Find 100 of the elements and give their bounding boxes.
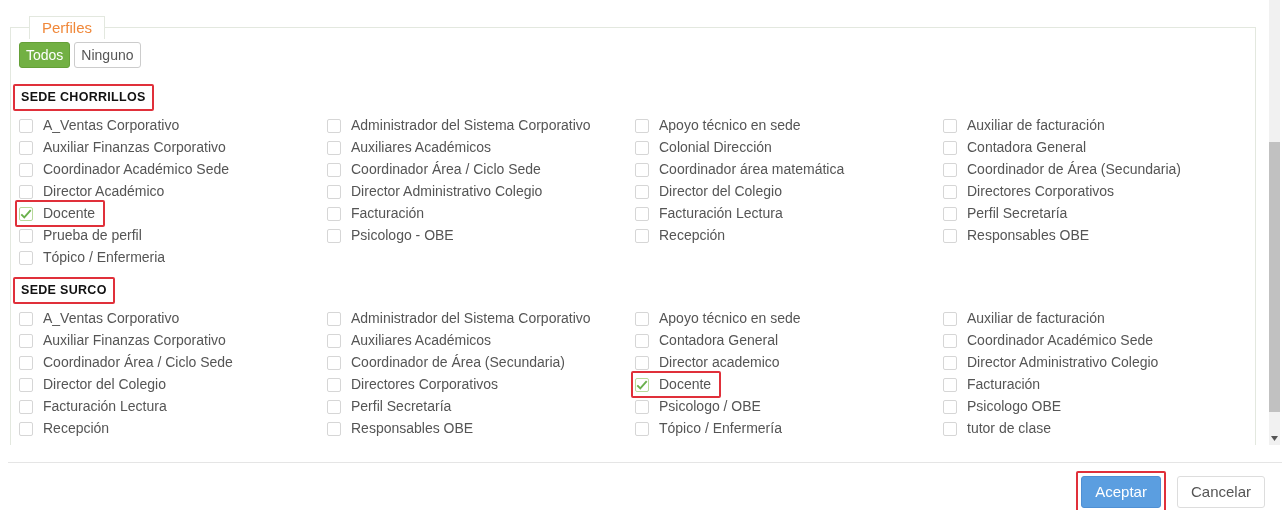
checkbox-label: Director del Colegio bbox=[659, 182, 782, 202]
scroll-down-icon[interactable] bbox=[1271, 436, 1278, 441]
checkbox-label: Facturación Lectura bbox=[43, 397, 167, 416]
checkbox[interactable] bbox=[635, 421, 649, 436]
checkbox[interactable] bbox=[635, 206, 649, 221]
checkbox[interactable] bbox=[19, 118, 33, 133]
checkbox[interactable] bbox=[327, 206, 341, 221]
checkbox-label: Perfil Secretaría bbox=[967, 204, 1068, 224]
checkbox[interactable] bbox=[943, 311, 957, 326]
checkbox[interactable] bbox=[943, 421, 957, 436]
checkbox[interactable] bbox=[943, 355, 957, 370]
checkbox[interactable] bbox=[19, 250, 33, 265]
checkbox[interactable] bbox=[635, 228, 649, 243]
checkbox-label: Tópico / Enfermeria bbox=[43, 248, 166, 268]
checkbox-label: Coordinador Académico Sede bbox=[43, 160, 229, 180]
checkbox-label: Director Administrativo Colegio bbox=[967, 353, 1159, 372]
checkbox[interactable] bbox=[635, 377, 649, 392]
checkbox-label: Docente bbox=[43, 204, 96, 224]
checkbox-label: Auxiliares Académicos bbox=[351, 331, 492, 350]
checkbox-label: Prueba de perfil bbox=[43, 226, 142, 246]
checkbox-label: Coordinador Área / Ciclo Sede bbox=[351, 160, 541, 180]
checkbox-label: Perfil Secretaría bbox=[351, 397, 452, 416]
checkbox[interactable] bbox=[19, 399, 33, 414]
checkbox[interactable] bbox=[327, 228, 341, 243]
checkbox[interactable] bbox=[327, 355, 341, 370]
checkbox-label: Administrador del Sistema Corporativo bbox=[351, 116, 591, 136]
checkbox[interactable] bbox=[327, 399, 341, 414]
checkbox[interactable] bbox=[327, 333, 341, 348]
checkbox[interactable] bbox=[327, 377, 341, 392]
checkbox-label: Tópico / Enfermería bbox=[659, 419, 782, 438]
checkbox[interactable] bbox=[327, 421, 341, 436]
checkbox[interactable] bbox=[19, 311, 33, 326]
checkbox-label: Director Académico bbox=[43, 182, 165, 202]
scrollbar[interactable] bbox=[1269, 0, 1280, 445]
checkbox[interactable] bbox=[635, 118, 649, 133]
checkbox-label: A_Ventas Corporativo bbox=[43, 116, 180, 136]
checkbox-label: Auxiliar Finanzas Corporativo bbox=[43, 331, 226, 350]
checkbox-label: Director Administrativo Colegio bbox=[351, 182, 543, 202]
checkbox[interactable] bbox=[19, 162, 33, 177]
filter-button[interactable]: Ninguno bbox=[74, 42, 141, 68]
checkbox[interactable] bbox=[19, 421, 33, 436]
checkbox-label: Recepción bbox=[43, 419, 110, 438]
checkbox-label: A_Ventas Corporativo bbox=[43, 309, 180, 328]
checkbox[interactable] bbox=[19, 333, 33, 348]
checkbox[interactable] bbox=[327, 162, 341, 177]
checkbox-label: Colonial Dirección bbox=[659, 138, 772, 158]
legend-title: Perfiles bbox=[29, 16, 106, 39]
checkbox[interactable] bbox=[635, 140, 649, 155]
checkbox[interactable] bbox=[19, 228, 33, 243]
checkbox-label: Facturación bbox=[967, 375, 1041, 394]
checkbox[interactable] bbox=[327, 140, 341, 155]
checkbox-label: Auxiliar de facturación bbox=[967, 309, 1105, 328]
checkbox[interactable] bbox=[19, 377, 33, 392]
checkbox-label: Apoyo técnico en sede bbox=[659, 309, 801, 328]
checkbox-label: Director del Colegio bbox=[43, 375, 166, 394]
checkbox[interactable] bbox=[635, 184, 649, 199]
checkbox[interactable] bbox=[635, 311, 649, 326]
checkbox[interactable] bbox=[943, 399, 957, 414]
checkbox[interactable] bbox=[943, 184, 957, 199]
checkbox[interactable] bbox=[19, 355, 33, 370]
checkbox-label: Coordinador de Área (Secundaria) bbox=[967, 160, 1181, 180]
checkbox[interactable] bbox=[635, 162, 649, 177]
checkbox-label: Contadora General bbox=[659, 331, 779, 350]
checkbox-label: Auxiliar de facturación bbox=[967, 116, 1105, 136]
checkbox[interactable] bbox=[635, 333, 649, 348]
checkbox-label: Directores Corporativos bbox=[967, 182, 1115, 202]
cancel-button[interactable]: Cancelar bbox=[1176, 476, 1265, 508]
checkbox[interactable] bbox=[327, 311, 341, 326]
checkbox[interactable] bbox=[19, 140, 33, 155]
checkbox[interactable] bbox=[943, 377, 957, 392]
checkbox[interactable] bbox=[327, 118, 341, 133]
checkbox-label: Coordinador Área / Ciclo Sede bbox=[43, 353, 233, 372]
checkbox-label: Recepción bbox=[659, 226, 726, 246]
checkbox-label: tutor de clase bbox=[967, 419, 1052, 438]
checkbox-label: Psicologo / OBE bbox=[659, 397, 761, 416]
checkbox-label: Coordinador Académico Sede bbox=[967, 331, 1153, 350]
checkbox[interactable] bbox=[943, 162, 957, 177]
checkbox[interactable] bbox=[943, 333, 957, 348]
checkbox[interactable] bbox=[327, 184, 341, 199]
checkbox[interactable] bbox=[19, 206, 33, 221]
checkbox-label: Responsables OBE bbox=[351, 419, 474, 438]
checkbox[interactable] bbox=[943, 228, 957, 243]
checkbox[interactable] bbox=[943, 140, 957, 155]
checkbox-label: Director academico bbox=[659, 353, 780, 372]
checkbox-label: Facturación Lectura bbox=[659, 204, 783, 224]
checkbox[interactable] bbox=[635, 399, 649, 414]
checkbox-label: Responsables OBE bbox=[967, 226, 1090, 246]
checkbox-label: Apoyo técnico en sede bbox=[659, 116, 801, 136]
checkbox-label: Coordinador área matemática bbox=[659, 160, 845, 180]
checkbox-label: Administrador del Sistema Corporativo bbox=[351, 309, 591, 328]
section-heading: SEDE SURCO bbox=[13, 276, 115, 304]
checkbox[interactable] bbox=[19, 184, 33, 199]
checkbox[interactable] bbox=[635, 355, 649, 370]
checkbox[interactable] bbox=[943, 118, 957, 133]
checkbox-label: Contadora General bbox=[967, 138, 1087, 158]
checkbox-label: Docente bbox=[659, 375, 712, 394]
section-heading: SEDE CHORRILLOS bbox=[13, 84, 154, 111]
checkbox-label: Psicologo - OBE bbox=[351, 226, 454, 246]
checkbox[interactable] bbox=[943, 206, 957, 221]
checkbox-label: Psicologo OBE bbox=[967, 397, 1062, 416]
